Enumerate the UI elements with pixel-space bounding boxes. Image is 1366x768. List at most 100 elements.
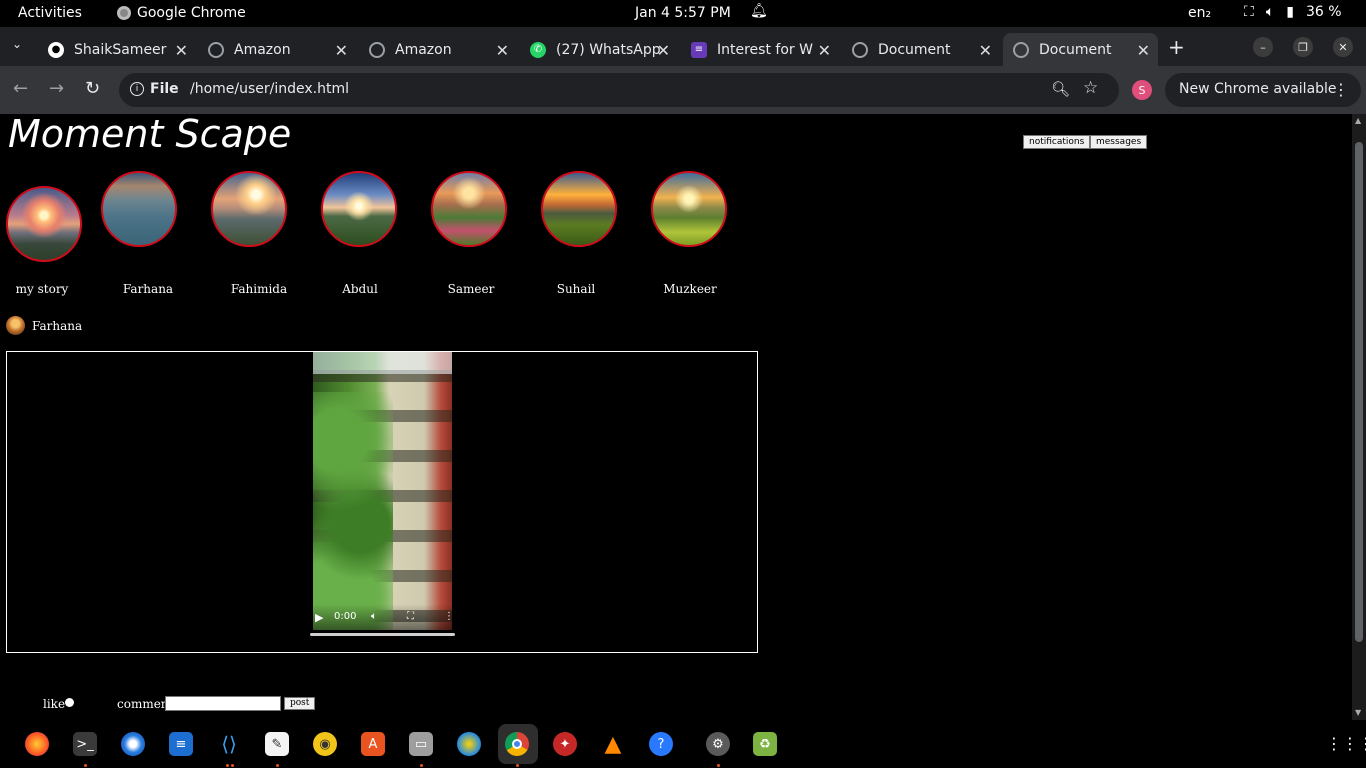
bell-icon[interactable]: 🔔︎: [750, 3, 768, 19]
vlc-icon[interactable]: ▲: [601, 732, 625, 757]
help-icon[interactable]: ?: [649, 732, 673, 756]
chrome-dock-icon[interactable]: [505, 732, 529, 756]
terminal-icon[interactable]: >_: [73, 732, 97, 756]
chrome-center-dot: [512, 739, 522, 749]
kebab-menu-icon[interactable]: ⋮: [1333, 80, 1349, 99]
site-info-button[interactable]: i File: [130, 81, 179, 97]
back-button[interactable]: ←: [13, 78, 28, 99]
site-info-label: File: [150, 81, 179, 97]
update-label: New Chrome available: [1179, 81, 1337, 97]
app-menu[interactable]: Google Chrome: [117, 5, 246, 21]
activities-button[interactable]: Activities: [18, 5, 82, 21]
tab-title: Amazon: [395, 41, 452, 58]
video-foliage: [313, 392, 393, 630]
close-icon[interactable]: ✕: [657, 41, 670, 60]
tab-strip: ⌄ ● ShaikSameer ✕ Amazon ✕ Amazon ✕ ✆ (2…: [0, 27, 1366, 66]
address-bar[interactable]: i File /home/user/index.html 🔍︎ ☆: [119, 73, 1119, 107]
story-label: Fahimida: [230, 282, 288, 296]
notifications-button[interactable]: notifications: [1023, 135, 1091, 149]
story-avatar-fahimida[interactable]: [211, 171, 287, 247]
app-center-icon[interactable]: A: [361, 732, 385, 756]
tab-title: Document: [878, 41, 951, 58]
vscode-icon[interactable]: ⟨⟩: [217, 732, 241, 756]
update-chrome-button[interactable]: New Chrome available ⋮: [1165, 73, 1361, 107]
writer-icon[interactable]: ≡: [169, 732, 193, 756]
close-window-button[interactable]: ✕: [1333, 37, 1353, 57]
story-label: my story: [15, 282, 69, 296]
tab-google-form[interactable]: ≡ Interest for W ✕: [681, 33, 839, 66]
running-indicator: [717, 764, 720, 767]
chrome-icon: [117, 6, 131, 20]
like-radio[interactable]: [65, 698, 74, 707]
reload-button[interactable]: ↻: [85, 78, 100, 99]
post-video[interactable]: [313, 352, 452, 630]
volume-icon[interactable]: 🔈︎: [371, 611, 377, 622]
story-avatar-farhana[interactable]: [101, 171, 177, 247]
page-scrollbar[interactable]: ▲ ▼: [1352, 114, 1366, 720]
show-apps-grid-icon[interactable]: ⋮⋮⋮: [1326, 734, 1366, 754]
text-editor-icon[interactable]: ✎: [265, 732, 289, 756]
thunderbird-icon[interactable]: [121, 732, 145, 756]
story-label: Suhail: [556, 282, 596, 296]
info-icon: i: [130, 82, 144, 96]
fullscreen-icon[interactable]: ⛶: [407, 611, 414, 622]
remmina-icon[interactable]: [457, 732, 481, 756]
profile-avatar[interactable]: S: [1132, 80, 1152, 100]
browser-toolbar: ← → ↻ i File /home/user/index.html 🔍︎ ☆ …: [0, 66, 1366, 114]
story-label: Abdul: [342, 282, 378, 296]
tab-title: Document: [1039, 41, 1112, 58]
page-viewport: Moment Scape notifications messages my s…: [0, 114, 1352, 720]
system-menu[interactable]: ⛶ 🔈︎ ▮ 36 %: [1244, 4, 1342, 20]
tab-amazon-2[interactable]: Amazon ✕: [359, 33, 517, 66]
globe-icon: [369, 41, 385, 58]
bookmark-star-icon[interactable]: ☆: [1083, 78, 1098, 98]
volume-icon: 🔈︎: [1265, 4, 1275, 20]
story-avatar-suhail[interactable]: [541, 171, 617, 247]
story-avatar-my-story[interactable]: [6, 186, 82, 262]
rhythmbox-icon[interactable]: ◉: [313, 732, 337, 756]
tab-amazon-1[interactable]: Amazon ✕: [198, 33, 356, 66]
video-menu-icon[interactable]: ⋮: [444, 611, 454, 622]
story-avatar-muzkeer[interactable]: [651, 171, 727, 247]
tab-document-active[interactable]: Document ✕: [1003, 33, 1158, 66]
messages-button[interactable]: messages: [1090, 135, 1148, 149]
story-avatar-sameer[interactable]: [431, 171, 507, 247]
close-icon[interactable]: ✕: [979, 41, 992, 60]
play-icon[interactable]: ▶: [315, 611, 323, 624]
video-progress-bar[interactable]: [310, 633, 455, 636]
forward-button[interactable]: →: [49, 78, 64, 99]
clock[interactable]: Jan 4 5:57 PM: [635, 5, 731, 21]
url-text[interactable]: /home/user/index.html: [190, 81, 349, 97]
story-label: Muzkeer: [663, 282, 717, 296]
story-label: Farhana: [122, 282, 174, 296]
new-tab-button[interactable]: +: [1168, 35, 1185, 59]
minimize-button[interactable]: –: [1253, 37, 1273, 57]
inkscape-icon[interactable]: ✦: [553, 732, 577, 756]
story-avatar-abdul[interactable]: [321, 171, 397, 247]
close-icon[interactable]: ✕: [496, 41, 509, 60]
gnome-top-bar: Activities Google Chrome Jan 4 5:57 PM 🔔…: [0, 0, 1366, 27]
close-icon[interactable]: ✕: [1137, 41, 1150, 60]
battery-icon: ▮: [1286, 4, 1294, 20]
zoom-icon[interactable]: 🔍︎: [1051, 80, 1070, 98]
settings-icon[interactable]: ⚙: [706, 732, 730, 756]
close-icon[interactable]: ✕: [175, 41, 188, 60]
tab-search-icon[interactable]: ⌄: [12, 37, 22, 51]
tab-github[interactable]: ● ShaikSameer ✕: [38, 33, 196, 66]
trash-icon[interactable]: ♻: [753, 732, 777, 756]
tab-whatsapp[interactable]: ✆ (27) WhatsApp ✕: [520, 33, 678, 66]
scroll-down-arrow[interactable]: ▼: [1355, 708, 1361, 717]
comment-input[interactable]: [165, 696, 281, 711]
language-indicator[interactable]: en₂: [1188, 5, 1211, 21]
video-time: 0:00: [334, 611, 357, 622]
firefox-icon[interactable]: [25, 732, 49, 756]
author-avatar[interactable]: [6, 316, 25, 335]
scroll-up-arrow[interactable]: ▲: [1355, 116, 1361, 125]
tab-document-1[interactable]: Document ✕: [842, 33, 1000, 66]
post-button[interactable]: post: [284, 697, 316, 710]
scroll-thumb[interactable]: [1355, 142, 1363, 642]
files-icon[interactable]: ▭: [409, 732, 433, 756]
close-icon[interactable]: ✕: [818, 41, 831, 60]
maximize-button[interactable]: ❐: [1293, 37, 1313, 57]
close-icon[interactable]: ✕: [335, 41, 348, 60]
